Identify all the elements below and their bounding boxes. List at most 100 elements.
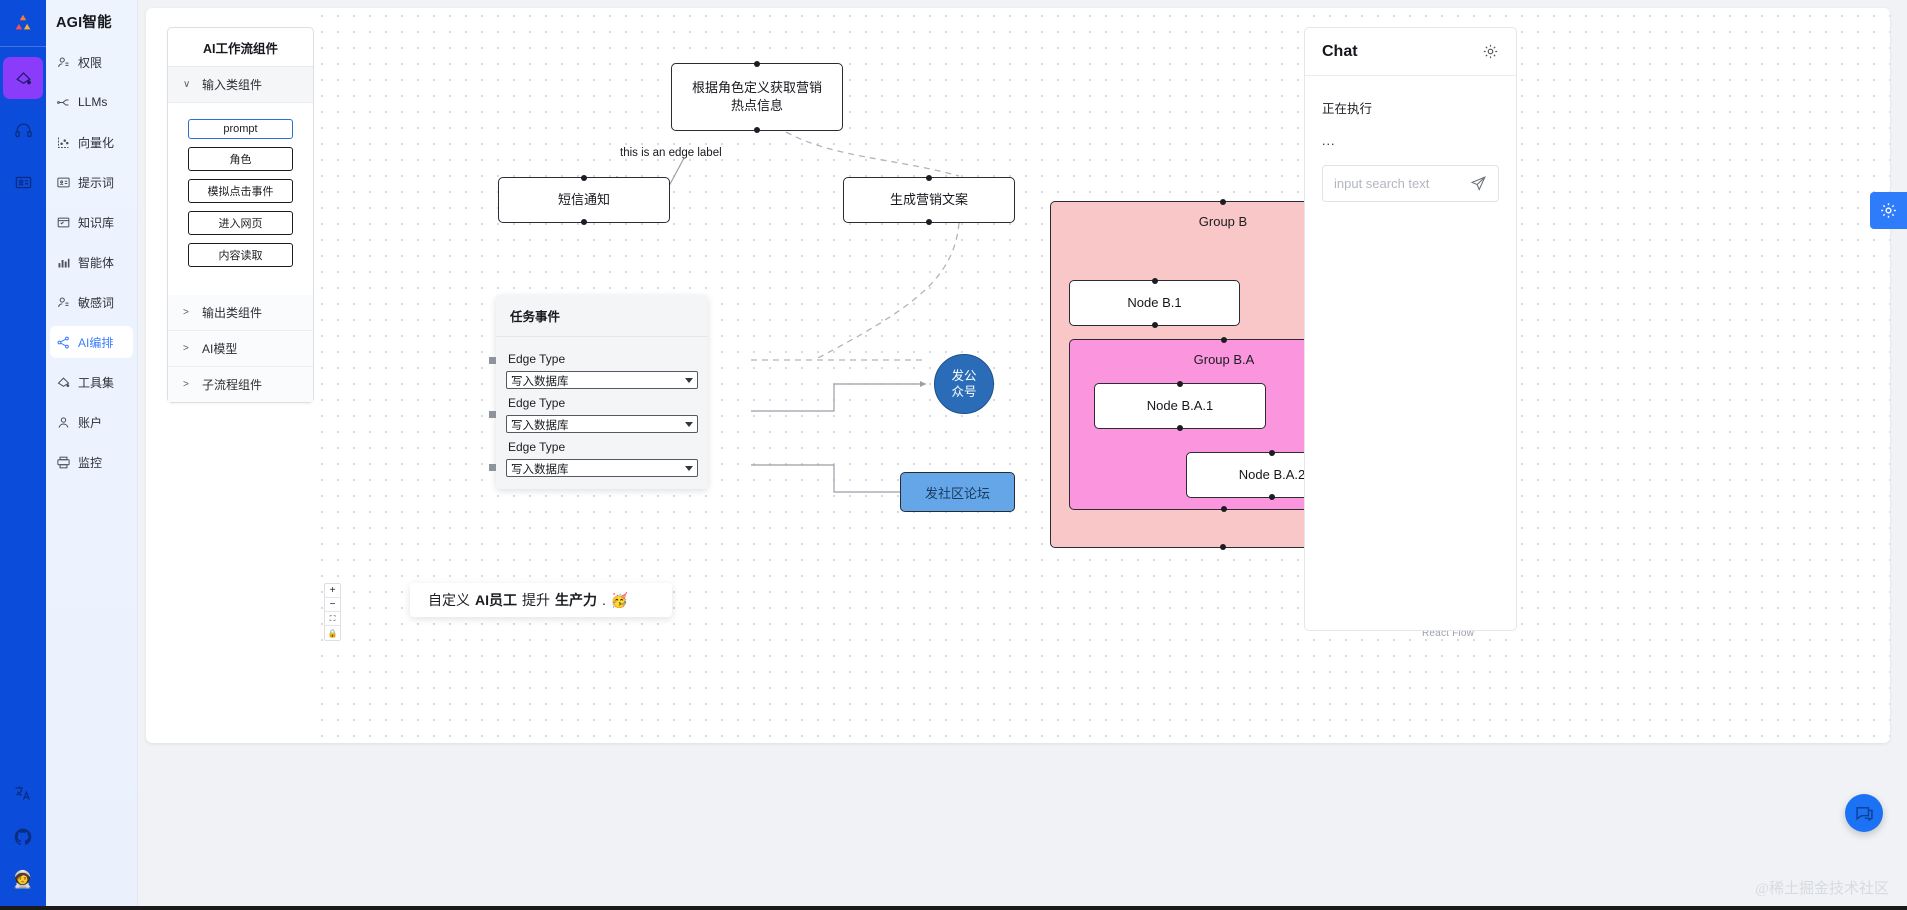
- rail-item-support[interactable]: [3, 109, 43, 151]
- fit-view-icon[interactable]: ⛶: [325, 612, 340, 626]
- node-handle-top[interactable]: [1177, 381, 1183, 387]
- node-handle-bottom[interactable]: [1221, 506, 1227, 512]
- panel-connector-stub: [489, 357, 496, 364]
- floating-chat-button[interactable]: [1845, 794, 1883, 832]
- canvas-zoom-controls: + − ⛶ 🔒: [324, 583, 341, 641]
- task-event-panel: 任务事件 Edge Type 写入数据库 Edge Type 写入数据库 Edg…: [489, 295, 708, 489]
- lock-icon[interactable]: 🔒: [325, 626, 340, 640]
- chevron-right-icon: >: [183, 343, 189, 354]
- tip-suffix: .: [602, 592, 606, 608]
- zoom-out-icon[interactable]: −: [325, 598, 340, 612]
- node-handle-bottom[interactable]: [581, 219, 587, 225]
- palette-section-input[interactable]: ∨ 输入类组件: [168, 67, 313, 103]
- share-nodes-icon: [56, 335, 71, 350]
- node-handle-top[interactable]: [1269, 450, 1275, 456]
- flow-node-hotspot[interactable]: 根据角色定义获取营销热点信息: [671, 61, 843, 133]
- palette-chip-prompt[interactable]: prompt: [188, 119, 293, 139]
- sidebar-item-account[interactable]: 账户: [50, 406, 133, 438]
- node-handle-bottom[interactable]: [1269, 494, 1275, 500]
- flow-node-label: Node B.1: [1127, 295, 1182, 311]
- rail-item-tools[interactable]: [3, 57, 43, 99]
- palette-chip-click-event[interactable]: 模拟点击事件: [188, 179, 293, 203]
- sidebar-item-agent[interactable]: 智能体: [50, 246, 133, 278]
- gear-icon[interactable]: [1482, 43, 1499, 60]
- flow-node-wechat-official[interactable]: 发公众号: [934, 354, 994, 414]
- palette-section-output[interactable]: > 输出类组件: [168, 295, 313, 331]
- edge-type-label: Edge Type: [508, 396, 566, 410]
- chat-status-text: 正在执行: [1322, 102, 1373, 116]
- chevron-down-icon: [685, 378, 693, 383]
- edge-type-select-2[interactable]: 写入数据库: [506, 415, 698, 433]
- chevron-right-icon: >: [183, 307, 189, 318]
- edge-label: this is an edge label: [620, 147, 722, 159]
- sidebar-item-label: 向量化: [78, 135, 115, 150]
- sidebar-item-vectorize[interactable]: 向量化: [50, 126, 133, 158]
- node-handle-top[interactable]: [1220, 199, 1226, 205]
- palette-chip-read-content[interactable]: 内容读取: [188, 243, 293, 267]
- sidebar-item-sensitive-words[interactable]: 敏感词: [50, 286, 133, 318]
- id-card-icon: [14, 173, 33, 192]
- send-plane-icon[interactable]: [1470, 175, 1487, 192]
- translate-icon[interactable]: [13, 783, 33, 803]
- tip-bold-productivity: 生产力: [555, 592, 597, 608]
- node-handle-bottom[interactable]: [926, 219, 932, 225]
- node-handle-bottom[interactable]: [1177, 425, 1183, 431]
- sidebar-item-prompt[interactable]: 提示词: [50, 166, 133, 198]
- floating-settings-button[interactable]: [1870, 192, 1907, 229]
- vector-chart-icon: [56, 135, 71, 150]
- account-icon: [56, 415, 71, 430]
- sidebar-item-monitor[interactable]: 监控: [50, 446, 133, 478]
- node-handle-top[interactable]: [1151, 278, 1158, 284]
- node-handle-bottom[interactable]: [1220, 544, 1226, 550]
- sidebar-item-permission[interactable]: 权限: [50, 46, 133, 78]
- flow-node-sms[interactable]: 短信通知: [498, 175, 670, 225]
- palette-chip-open-page[interactable]: 进入网页: [188, 211, 293, 235]
- flow-node-label: 根据角色定义获取营销热点信息: [691, 80, 822, 113]
- node-handle-top[interactable]: [926, 175, 932, 181]
- sidebar-item-label: LLMs: [78, 95, 108, 109]
- node-handle-top[interactable]: [581, 175, 587, 181]
- flow-node-b1[interactable]: Node B.1: [1069, 278, 1240, 328]
- sidebar-item-label: 知识库: [78, 215, 115, 230]
- chevron-right-icon: >: [183, 379, 189, 390]
- sidebar-item-label: 敏感词: [78, 295, 115, 310]
- flow-node-community-forum[interactable]: 发社区论坛: [900, 472, 1015, 512]
- chat-input-placeholder: input search text: [1334, 176, 1430, 191]
- node-handle-bottom[interactable]: [754, 127, 760, 133]
- sidebar-item-ai-orchestration[interactable]: AI编排: [50, 326, 133, 358]
- rail-item-card[interactable]: [3, 161, 43, 203]
- node-handle-top[interactable]: [754, 61, 760, 67]
- palette-section-subflow[interactable]: > 子流程组件: [168, 367, 313, 402]
- app-logo-icon[interactable]: [0, 0, 46, 46]
- sidebar-item-toolset[interactable]: 工具集: [50, 366, 133, 398]
- rail-bottom-group: 🧑‍🚀: [12, 783, 34, 910]
- react-flow-canvas[interactable]: 根据角色定义获取营销热点信息 this is an edge label 短信通…: [314, 8, 1890, 743]
- sidebar-item-llms[interactable]: LLMs: [50, 86, 133, 118]
- astronaut-icon[interactable]: 🧑‍🚀: [12, 871, 33, 888]
- github-icon[interactable]: [13, 827, 33, 847]
- flow-node-ba1[interactable]: Node B.A.1: [1094, 381, 1266, 431]
- rail-divider: [0, 46, 46, 47]
- chat-typing-indicator: ...: [1322, 134, 1336, 148]
- palette-section-ai-model[interactable]: > AI模型: [168, 331, 313, 367]
- sidebar-item-knowledge[interactable]: 知识库: [50, 206, 133, 238]
- node-handle-top[interactable]: [1221, 337, 1227, 343]
- chat-bubble-icon: [1854, 803, 1875, 824]
- node-handle-bottom[interactable]: [1151, 322, 1158, 328]
- agent-chart-icon: [56, 255, 71, 270]
- sensitive-word-icon: [56, 295, 71, 310]
- sidebar-item-label: 权限: [78, 55, 103, 70]
- zoom-in-icon[interactable]: +: [325, 584, 340, 598]
- chat-input[interactable]: input search text: [1322, 165, 1499, 202]
- sidebar-item-label: AI编排: [78, 335, 114, 350]
- task-panel-title: 任务事件: [496, 295, 708, 337]
- flow-node-copywriting[interactable]: 生成营销文案: [843, 175, 1015, 225]
- tip-bold-ai-employee: AI员工: [475, 592, 517, 608]
- edge-type-select-1[interactable]: 写入数据库: [506, 371, 698, 389]
- chevron-down-icon: [685, 422, 693, 427]
- app-root: 🧑‍🚀 AGI智能 权限 LLMs: [0, 0, 1907, 910]
- sidebar-item-label: 智能体: [78, 255, 115, 270]
- task-panel-body: Edge Type 写入数据库 Edge Type 写入数据库 Edge Typ…: [496, 337, 708, 489]
- palette-chip-role[interactable]: 角色: [188, 147, 293, 171]
- edge-type-select-3[interactable]: 写入数据库: [506, 459, 698, 477]
